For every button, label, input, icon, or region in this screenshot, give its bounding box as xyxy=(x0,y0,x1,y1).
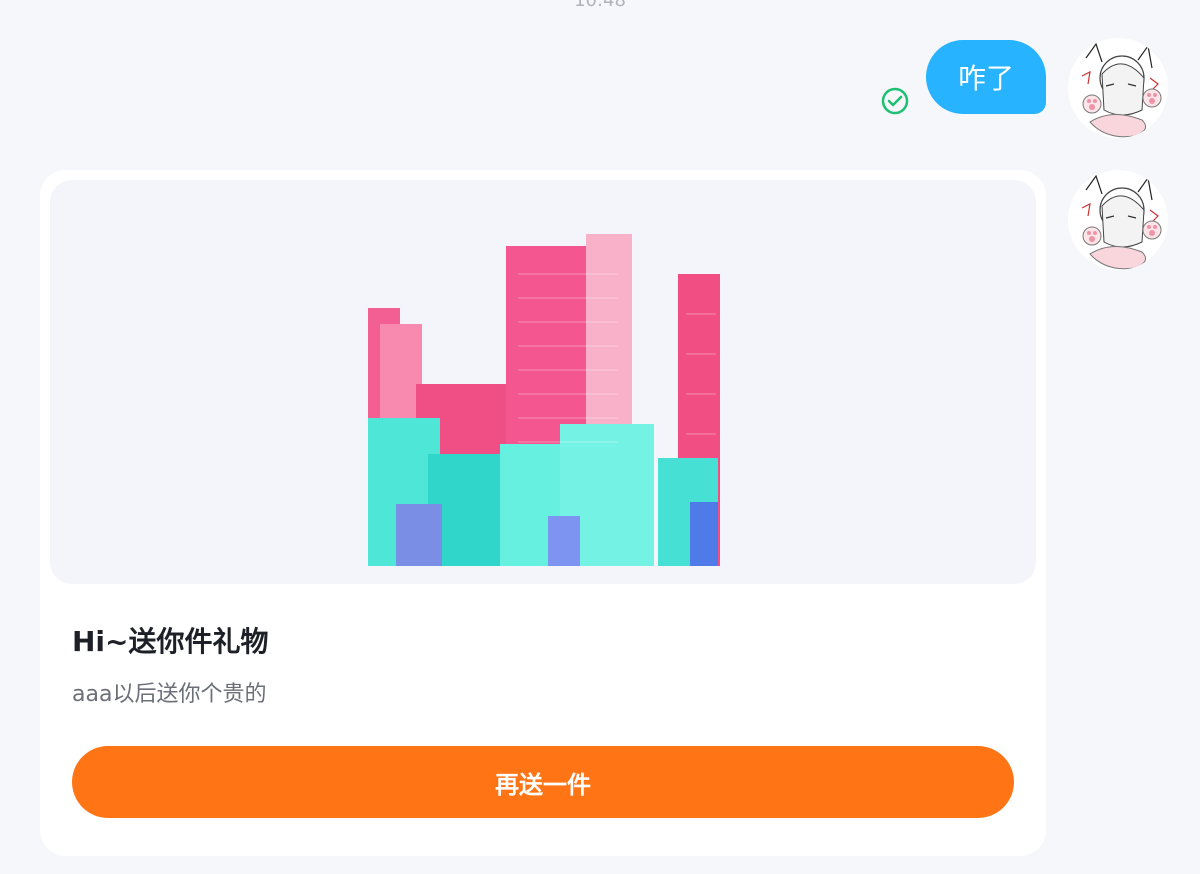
user-avatar[interactable] xyxy=(1068,38,1168,138)
send-another-gift-button[interactable]: 再送一件 xyxy=(72,746,1014,818)
gift-image-area[interactable] xyxy=(50,180,1036,584)
avatar-icon xyxy=(1068,170,1168,270)
gift-title: Hi~送你件礼物 xyxy=(72,625,269,658)
gift-image xyxy=(368,204,728,566)
gift-card[interactable]: Hi~送你件礼物 aaa以后送你个贵的 再送一件 xyxy=(40,170,1046,856)
chat-timestamp: 10:48 xyxy=(574,0,626,11)
delivered-check-icon xyxy=(880,86,910,116)
message-row-text: 咋了 xyxy=(0,40,1170,140)
text-message-bubble[interactable]: 咋了 xyxy=(926,40,1046,114)
avatar-icon xyxy=(1068,38,1168,138)
user-avatar[interactable] xyxy=(1068,170,1168,270)
text-message-content: 咋了 xyxy=(957,62,1014,95)
gift-subtitle: aaa以后送你个贵的 xyxy=(72,682,267,707)
